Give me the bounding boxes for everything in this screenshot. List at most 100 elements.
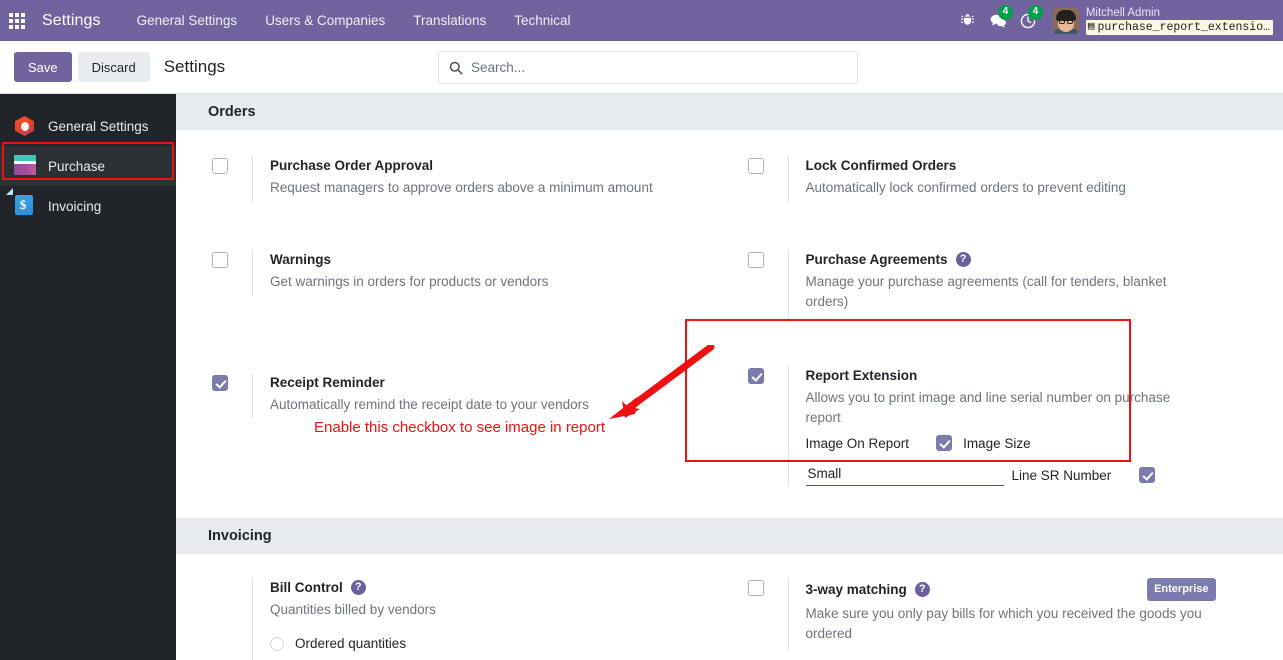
image-on-report-label: Image On Report	[805, 435, 910, 451]
sidebar-item-label: General Settings	[48, 118, 149, 134]
line-sr-number-checkbox[interactable]	[1139, 467, 1156, 483]
help-icon[interactable]: ?	[350, 580, 366, 595]
divider	[252, 373, 253, 419]
lock-confirmed-orders-checkbox[interactable]	[747, 158, 764, 174]
annotation-text: Enable this checkbox to see image in rep…	[314, 419, 605, 436]
checkbox-wrap	[212, 578, 252, 580]
messages-icon[interactable]: 4	[983, 0, 1013, 41]
image-on-report-row: Image On Report Image Size	[806, 435, 1204, 451]
divider	[787, 250, 789, 322]
divider	[787, 366, 789, 486]
orders-right-column: Lock Confirmed Orders Automatically lock…	[730, 130, 1283, 486]
messages-badge: 4	[997, 5, 1013, 20]
sidebar-item-invoicing[interactable]: $ Invoicing	[0, 186, 176, 226]
radio-ordered-quantities[interactable]: Ordered quantities	[270, 636, 730, 651]
avatar[interactable]	[1052, 7, 1079, 34]
image-size-select[interactable]	[805, 464, 1004, 486]
purchase-order-approval-checkbox[interactable]	[212, 158, 228, 174]
menu-users-companies[interactable]: Users & Companies	[251, 0, 399, 41]
radio-label: Ordered quantities	[295, 636, 407, 651]
search-input[interactable]: Search...	[438, 51, 858, 84]
help-icon[interactable]: ?	[914, 582, 930, 597]
app-brand-title[interactable]: Settings	[42, 12, 101, 30]
checkbox-wrap	[212, 156, 252, 174]
sidebar-item-general-settings[interactable]: General Settings	[0, 106, 176, 146]
activities-clock-icon[interactable]: 4	[1013, 0, 1043, 41]
divider	[252, 156, 253, 202]
checkbox-wrap	[747, 156, 788, 174]
setting-description: Make sure you only pay bills for which y…	[805, 606, 1202, 641]
section-header-invoicing: Invoicing	[176, 518, 1283, 554]
checkbox-wrap	[212, 250, 252, 268]
setting-lock-confirmed-orders[interactable]: Lock Confirmed Orders Automatically lock…	[747, 156, 1283, 202]
divider	[252, 578, 253, 660]
report-extension-checkbox[interactable]	[747, 368, 764, 384]
setting-purchase-agreements[interactable]: Purchase Agreements ? Manage your purcha…	[747, 250, 1283, 322]
setting-label: Lock Confirmed Orders	[805, 158, 957, 173]
setting-bill-control: Bill Control ? Quantities billed by vend…	[212, 578, 730, 660]
image-size-checkbox[interactable]	[936, 435, 953, 451]
image-size-row: Line SR Number	[805, 464, 1204, 486]
setting-label: Bill Control	[270, 580, 343, 595]
warnings-checkbox[interactable]	[212, 252, 228, 268]
sidebar-item-label: Invoicing	[48, 198, 102, 214]
discard-button[interactable]: Discard	[77, 52, 150, 82]
setting-warnings[interactable]: Warnings Get warnings in orders for prod…	[212, 250, 730, 296]
three-way-matching-checkbox[interactable]	[747, 580, 764, 596]
database-name: purchase_report_extensio…	[1097, 21, 1270, 34]
setting-description: Get warnings in orders for products or v…	[270, 274, 549, 289]
divider	[787, 156, 789, 202]
line-sr-number-label: Line SR Number	[1011, 467, 1112, 483]
setting-3-way-matching[interactable]: 3-way matching ? Enterprise Make sure yo…	[747, 578, 1283, 650]
image-size-label: Image Size	[963, 435, 1031, 451]
menu-translations[interactable]: Translations	[399, 0, 500, 41]
setting-label: Receipt Reminder	[270, 375, 385, 390]
page-title: Settings	[163, 57, 226, 76]
bug-icon[interactable]	[953, 0, 983, 41]
setting-description: Automatically lock confirmed orders to p…	[805, 180, 1126, 195]
search-placeholder: Search...	[471, 60, 526, 75]
help-icon[interactable]: ?	[955, 252, 971, 267]
settings-content: Orders Purchase Order Approval Request m…	[176, 94, 1283, 660]
settings-hexagon-icon	[14, 115, 36, 137]
setting-description: Request managers to approve orders above…	[270, 180, 653, 195]
apps-grid-icon[interactable]	[0, 0, 34, 41]
invoicing-left-column: Bill Control ? Quantities billed by vend…	[176, 554, 730, 660]
section-header-orders: Orders	[176, 94, 1283, 130]
search-icon	[449, 61, 463, 75]
checkbox-wrap	[747, 250, 788, 268]
database-icon: ▤	[1087, 21, 1095, 33]
setting-description: Allows you to print image and line seria…	[805, 390, 1171, 425]
invoicing-document-icon: $	[6, 188, 36, 217]
setting-label: Warnings	[270, 252, 332, 267]
ordered-quantities-radio[interactable]	[270, 636, 284, 651]
setting-purchase-order-approval[interactable]: Purchase Order Approval Request managers…	[212, 156, 730, 202]
purchase-agreements-checkbox[interactable]	[747, 252, 764, 268]
sidebar-item-label: Purchase	[48, 158, 106, 174]
annotation-arrow	[609, 345, 715, 419]
menu-general-settings[interactable]: General Settings	[123, 0, 252, 41]
divider	[252, 250, 253, 296]
navbar-right-group: 4 4 Mitchell Admin ▤ purchase_report_ext…	[953, 0, 1283, 41]
receipt-reminder-checkbox[interactable]	[212, 375, 228, 391]
menu-technical[interactable]: Technical	[500, 0, 584, 41]
save-button[interactable]: Save	[14, 52, 72, 82]
invoicing-right-column: 3-way matching ? Enterprise Make sure yo…	[730, 554, 1283, 660]
top-navbar: Settings General Settings Users & Compan…	[0, 0, 1283, 41]
setting-label: 3-way matching	[805, 582, 907, 597]
settings-sidebar: General Settings Purchase $ Invoicing	[0, 94, 176, 660]
user-menu[interactable]: Mitchell Admin ▤ purchase_report_extensi…	[1085, 0, 1279, 41]
database-chip: ▤ purchase_report_extensio…	[1085, 20, 1273, 35]
setting-report-extension[interactable]: Report Extension Allows you to print ima…	[747, 366, 1283, 486]
invoicing-grid: Bill Control ? Quantities billed by vend…	[176, 554, 1283, 660]
checkbox-wrap	[212, 373, 252, 391]
checkbox-wrap	[747, 578, 788, 596]
setting-label: Report Extension	[805, 368, 918, 383]
purchase-card-icon	[14, 155, 36, 177]
divider	[787, 578, 789, 650]
sidebar-item-purchase[interactable]: Purchase	[0, 146, 176, 186]
setting-description: Quantities billed by vendors	[270, 602, 436, 617]
setting-description: Manage your purchase agreements (call fo…	[805, 274, 1167, 309]
activities-badge: 4	[1027, 5, 1043, 20]
enterprise-badge: Enterprise	[1147, 578, 1216, 601]
